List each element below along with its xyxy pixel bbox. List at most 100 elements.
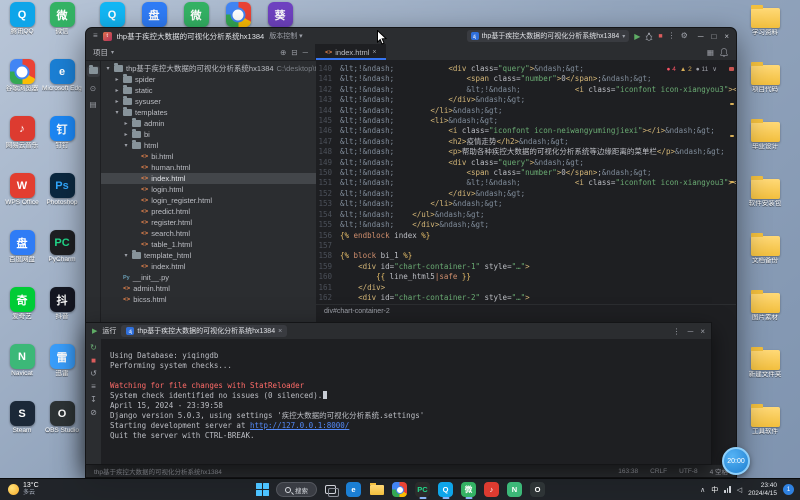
desktop-folder-学习资料[interactable]: 学习资料 <box>745 4 785 61</box>
tree-item-html[interactable]: ▾ html <box>101 140 316 151</box>
options-icon[interactable]: ≡ <box>91 382 96 391</box>
run-console[interactable]: Using Database: yiqingdb Performing syste… <box>102 339 711 464</box>
code-line[interactable]: 147 &lt;!&ndash; <h2> 疫情走势 </h2> &ndash;&gt; <box>316 137 736 147</box>
code-line[interactable]: 142 &lt;!&ndash; &lt;!&ndash; <i class= "i… <box>316 85 736 95</box>
project-toolwindow-icon[interactable] <box>86 65 100 77</box>
notification-badge[interactable]: 1 <box>783 484 794 495</box>
desktop-folder-项目代码[interactable]: 项目代码 <box>745 61 785 118</box>
chevron-down-icon[interactable]: ∨ <box>712 65 717 73</box>
file-encoding[interactable]: UTF-8 <box>679 468 697 475</box>
taskbar-qq[interactable]: Q <box>436 480 455 499</box>
tree-item-login_register.html[interactable]: <> login_register.html <box>101 195 316 206</box>
desktop-folder-新建文件夹[interactable]: 新建文件夹 <box>745 346 785 403</box>
tree-item-register.html[interactable]: <> register.html <box>101 217 316 228</box>
maximize-button[interactable]: □ <box>711 32 716 41</box>
desktop-icon-Photoshop[interactable]: Ps Photoshop <box>42 173 82 230</box>
task-view-button[interactable] <box>321 480 340 499</box>
console-link[interactable]: http://127.0.0.1:8000/ <box>250 421 349 430</box>
desktop-folder-毕业设计[interactable]: 毕业设计 <box>745 118 785 175</box>
code-line[interactable]: 162 <div id= "chart-container-2" style= "…… <box>316 293 736 303</box>
taskbar-music[interactable]: ♪ <box>482 480 501 499</box>
breadcrumb-item[interactable]: div#chart-container-2 <box>324 308 390 315</box>
stop-button[interactable]: ■ <box>658 33 662 40</box>
notifications-bell-icon[interactable] <box>720 47 728 57</box>
run-config-selector[interactable]: dj thp基于疾控大数据的可视化分析系统hx1384 ▾ <box>466 30 630 42</box>
code-line[interactable]: 158 {% block bi_1 %} <box>316 251 736 261</box>
more-actions-icon[interactable]: ⋮ <box>668 32 676 40</box>
clear-icon[interactable]: ⊘ <box>90 408 97 417</box>
tree-item-predict.html[interactable]: <> predict.html <box>101 206 316 217</box>
minimize-icon[interactable]: ─ <box>688 327 694 336</box>
select-opened-file-icon[interactable]: ⊕ <box>280 48 286 57</box>
tree-item-spider[interactable]: ▸ spider <box>101 74 316 85</box>
tree-item-__init__.py[interactable]: Py __init__.py <box>101 272 316 283</box>
settings-gear-icon[interactable]: ⚙ <box>681 32 688 40</box>
tree-item-admin.html[interactable]: <> admin.html <box>101 283 316 294</box>
desktop-icon-Steam[interactable]: S Steam <box>2 401 42 458</box>
more-options-icon[interactable]: ⋮ <box>673 327 681 336</box>
desktop-icon-Navicat[interactable]: N Navicat <box>2 344 42 401</box>
tree-item-human.html[interactable]: <> human.html <box>101 162 316 173</box>
code-line[interactable]: 148 &lt;!&ndash; <p> 帮助各种疾控大数据的可视化分析系统等边缘距… <box>316 147 736 157</box>
tree-item-index.html[interactable]: <> index.html <box>101 173 316 184</box>
error-stripe[interactable] <box>727 61 736 304</box>
run-tab[interactable]: dj thp基于疾控大数据的可视化分析系统hx1384 × <box>121 325 288 337</box>
tree-item-sysuser[interactable]: ▸ sysuser <box>101 96 316 107</box>
run-button[interactable]: ▶ <box>634 32 640 41</box>
hide-panel-icon[interactable]: ─ <box>303 48 308 57</box>
code-line[interactable]: 149 &lt;!&ndash; <div class= "query" > &ndas… <box>316 158 736 168</box>
commit-toolwindow-icon[interactable]: ⊙ <box>90 84 96 93</box>
desktop-icon-Microsoft Edge[interactable]: e Microsoft Edge <box>42 59 82 116</box>
tree-item-bi.html[interactable]: <> bi.html <box>101 151 316 162</box>
minimize-button[interactable]: ─ <box>698 32 704 41</box>
code-line[interactable]: 150 &lt;!&ndash; <span class= "number" >0 </… <box>316 168 736 178</box>
inspections-widget[interactable]: ● 4 ▲ 2 ● 11 ∨ <box>663 64 720 74</box>
tree-item-admin[interactable]: ▸ admin <box>101 118 316 129</box>
desktop-icon-谷歌浏览器[interactable]: 谷歌浏览器 <box>2 59 42 116</box>
stop-icon[interactable]: ■ <box>91 356 96 365</box>
taskbar-edge[interactable]: e <box>344 480 363 499</box>
taskbar-file-explorer[interactable] <box>367 480 386 499</box>
tray-expand-icon[interactable]: ∧ <box>700 486 705 494</box>
tree-item-template_html[interactable]: ▾ template_html <box>101 250 316 261</box>
project-panel-title[interactable]: 项目 <box>93 47 108 58</box>
taskbar-wechat[interactable]: 微 <box>459 480 478 499</box>
desktop-icon-微信[interactable]: 微微信 <box>42 2 82 59</box>
desktop-icon-腾讯QQ[interactable]: Q腾讯QQ <box>2 2 42 59</box>
status-project-name[interactable]: thp基于疾控大数据的可视化分析系统hx1384 <box>94 466 222 476</box>
taskbar-weather[interactable]: 13°C 多云 <box>0 482 47 497</box>
taskbar-chrome[interactable] <box>390 480 409 499</box>
code-line[interactable]: 159 <div id= "chart-container-1" style= "…… <box>316 262 736 272</box>
start-button[interactable] <box>253 480 272 499</box>
code-line[interactable]: 154 &lt;!&ndash; </ul> &ndash;&gt; <box>316 210 736 220</box>
code-line[interactable]: 145 &lt;!&ndash; <li> &ndash;&gt; <box>316 116 736 126</box>
code-line[interactable]: 157 <box>316 241 736 251</box>
tree-item-index.html[interactable]: <> index.html <box>101 261 316 272</box>
tab-close-icon[interactable]: × <box>372 49 376 56</box>
code-line[interactable]: 152 &lt;!&ndash; </div> &ndash;&gt; <box>316 189 736 199</box>
tree-item-login.html[interactable]: <> login.html <box>101 184 316 195</box>
editor-tab-index-html[interactable]: <> index.html × <box>316 44 387 60</box>
taskbar-pycharm[interactable]: PC <box>413 480 432 499</box>
caret-position[interactable]: 163:38 <box>618 468 638 475</box>
recording-timer[interactable]: 20:00 <box>722 447 750 475</box>
close-button[interactable]: × <box>724 32 729 41</box>
code-line[interactable]: 151 &lt;!&ndash; &lt;!&ndash; <i class= "i… <box>316 178 736 188</box>
taskbar-search[interactable]: 搜索 <box>276 482 317 497</box>
desktop-icon-百度网盘[interactable]: 盘百度网盘 <box>2 230 42 287</box>
desktop-icon-网易云音乐[interactable]: ♪ 网易云音乐 <box>2 116 42 173</box>
tree-item-bicss.html[interactable]: <> bicss.html <box>101 294 316 305</box>
code-line[interactable]: 153 &lt;!&ndash; </li> &ndash;&gt; <box>316 199 736 209</box>
rerun-icon[interactable]: ↻ <box>90 343 97 352</box>
restart-server-icon[interactable]: ↺ <box>90 369 97 378</box>
code-line[interactable]: 161 </div> <box>316 283 736 293</box>
run-tab-close-icon[interactable]: × <box>278 328 282 335</box>
debug-button[interactable] <box>645 32 653 41</box>
breadcrumbs[interactable]: div#chart-container-2 <box>316 304 736 317</box>
code-line[interactable]: 160 {{ line_html5 |safe }} <box>316 272 736 282</box>
network-icon[interactable] <box>724 486 731 493</box>
code-line[interactable]: 155 &lt;!&ndash; </div> &ndash;&gt; <box>316 220 736 230</box>
desktop-icon-OBS Studio[interactable]: O OBS Studio <box>42 401 82 458</box>
tree-item-table_1.html[interactable]: <> table_1.html <box>101 239 316 250</box>
tray-clock[interactable]: 23:40 2024/4/15 <box>748 482 777 497</box>
